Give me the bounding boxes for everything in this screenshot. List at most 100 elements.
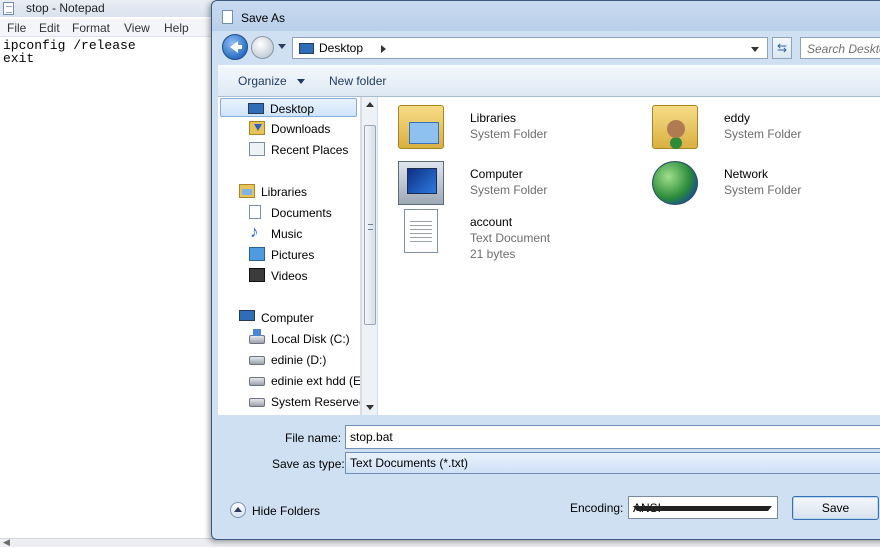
nav-item-documents[interactable]: Documents: [220, 203, 357, 222]
forward-button[interactable]: [251, 36, 274, 59]
file-item-account[interactable]: account Text Document 21 bytes: [398, 209, 648, 269]
notepad-text-area[interactable]: ipconfig /release exit: [3, 39, 136, 65]
navigation-pane-scrollbar[interactable]: [361, 97, 377, 415]
nav-item-desktop[interactable]: Desktop: [220, 98, 357, 117]
menu-file[interactable]: File: [7, 21, 26, 35]
pictures-icon: [249, 247, 265, 261]
chevron-down-icon: [633, 506, 772, 511]
file-list-pane: Libraries System Folder eddy System Fold…: [378, 97, 880, 415]
text-line-2: exit: [3, 51, 35, 66]
file-type: System Folder: [724, 127, 802, 141]
scroll-left-icon[interactable]: ◀: [3, 537, 10, 548]
nav-item-libraries[interactable]: Libraries: [220, 182, 357, 201]
network-icon: [652, 161, 698, 205]
file-item-computer[interactable]: Computer System Folder: [398, 161, 648, 211]
nav-item-label: Libraries: [261, 185, 308, 199]
file-name-input[interactable]: stop.bat: [345, 425, 880, 449]
notepad-icon: [3, 2, 14, 15]
nav-item-pictures[interactable]: Pictures: [220, 245, 357, 264]
encoding-label: Encoding:: [570, 501, 624, 515]
menu-edit[interactable]: Edit: [39, 21, 60, 35]
nav-item-label: edinie (D:): [271, 353, 327, 367]
menu-help[interactable]: Help: [164, 21, 189, 35]
file-name-value: stop.bat: [350, 430, 393, 444]
chevron-up-icon: [230, 502, 246, 518]
drive-icon: [249, 398, 265, 407]
dialog-icon: [222, 10, 233, 24]
videos-icon: [249, 268, 265, 282]
navigation-pane: Desktop Downloads Recent Places Librarie…: [218, 97, 361, 415]
computer-icon: [398, 161, 444, 205]
nav-item-downloads[interactable]: Downloads: [220, 119, 357, 138]
music-icon: [249, 222, 265, 242]
chevron-right-icon[interactable]: [381, 45, 386, 53]
scroll-down-icon[interactable]: [366, 405, 374, 410]
save-as-type-label: Save as type:: [272, 457, 345, 471]
command-toolbar: Organize New folder: [218, 65, 880, 97]
nav-item-local-disk-c[interactable]: Local Disk (C:): [220, 329, 357, 348]
search-input[interactable]: Search Desktop: [800, 37, 880, 59]
file-type: System Folder: [470, 127, 548, 141]
save-button[interactable]: Save: [792, 496, 879, 520]
nav-item-computer[interactable]: Computer: [220, 308, 357, 327]
nav-item-label: edinie ext hdd (E:: [271, 374, 361, 388]
search-placeholder: Search Desktop: [807, 42, 880, 56]
notepad-title: stop - Notepad: [26, 1, 105, 15]
dialog-titlebar: Save As: [212, 1, 880, 31]
text-document-icon: [404, 209, 438, 253]
back-button[interactable]: [222, 34, 248, 60]
menu-format[interactable]: Format: [72, 21, 110, 35]
menu-view[interactable]: View: [124, 21, 150, 35]
nav-item-videos[interactable]: Videos: [220, 266, 357, 285]
nav-item-edinie-d[interactable]: edinie (D:): [220, 350, 357, 369]
downloads-icon: [249, 121, 265, 135]
nav-item-label: System Reserved: [271, 395, 361, 409]
documents-icon: [249, 205, 261, 219]
address-dropdown-icon[interactable]: [751, 47, 759, 52]
refresh-button[interactable]: ⇆: [772, 37, 792, 59]
address-location[interactable]: Desktop: [319, 41, 363, 55]
libraries-folder-icon: [398, 105, 444, 149]
nav-item-label: Computer: [261, 311, 314, 325]
libraries-icon: [239, 184, 255, 198]
nav-item-label: Documents: [271, 206, 332, 220]
nav-item-recent-places[interactable]: Recent Places: [220, 140, 357, 159]
grip-icon: [368, 224, 373, 230]
recent-pages-dropdown-icon[interactable]: [278, 44, 286, 49]
scroll-up-icon[interactable]: [366, 102, 374, 107]
scrollbar-thumb[interactable]: [364, 125, 376, 325]
file-size: 21 bytes: [470, 247, 516, 261]
dialog-title: Save As: [241, 11, 286, 25]
chevron-down-icon[interactable]: [297, 79, 305, 84]
drive-icon: [249, 377, 265, 386]
nav-item-system-reserved[interactable]: System Reserved: [220, 392, 360, 411]
new-folder-button[interactable]: New folder: [329, 74, 386, 88]
file-item-eddy[interactable]: eddy System Folder: [652, 105, 880, 155]
nav-item-label: Recent Places: [271, 143, 349, 157]
address-bar[interactable]: Desktop: [292, 37, 768, 59]
file-name: account: [470, 215, 513, 229]
nav-item-label: Pictures: [271, 248, 315, 262]
file-type: System Folder: [470, 183, 548, 197]
organize-button[interactable]: Organize: [238, 74, 287, 88]
navigation-bar: Desktop ⇆ Search Desktop: [220, 33, 880, 63]
nav-item-label: Local Disk (C:): [271, 332, 350, 346]
save-as-dialog: Save As Desktop ⇆ Search Desktop Organiz…: [211, 0, 880, 540]
encoding-select[interactable]: ANSI: [628, 496, 778, 519]
desktop-icon: [299, 43, 314, 54]
file-type: System Folder: [724, 183, 802, 197]
save-as-type-select[interactable]: Text Documents (*.txt): [345, 452, 880, 474]
nav-item-label: Downloads: [271, 122, 331, 136]
nav-item-label: Videos: [271, 269, 308, 283]
hide-folders-label: Hide Folders: [252, 504, 321, 518]
nav-item-label: Music: [271, 227, 303, 241]
recent-places-icon: [249, 142, 265, 156]
nav-item-edinie-ext-hdd-e[interactable]: edinie ext hdd (E:: [220, 371, 360, 390]
file-item-libraries[interactable]: Libraries System Folder: [398, 105, 648, 155]
file-type: Text Document: [470, 231, 551, 245]
file-name-label: File name:: [285, 431, 342, 445]
nav-item-music[interactable]: Music: [220, 222, 357, 243]
computer-icon: [239, 310, 255, 321]
file-item-network[interactable]: Network System Folder: [652, 161, 880, 211]
local-disk-icon: [249, 329, 265, 344]
